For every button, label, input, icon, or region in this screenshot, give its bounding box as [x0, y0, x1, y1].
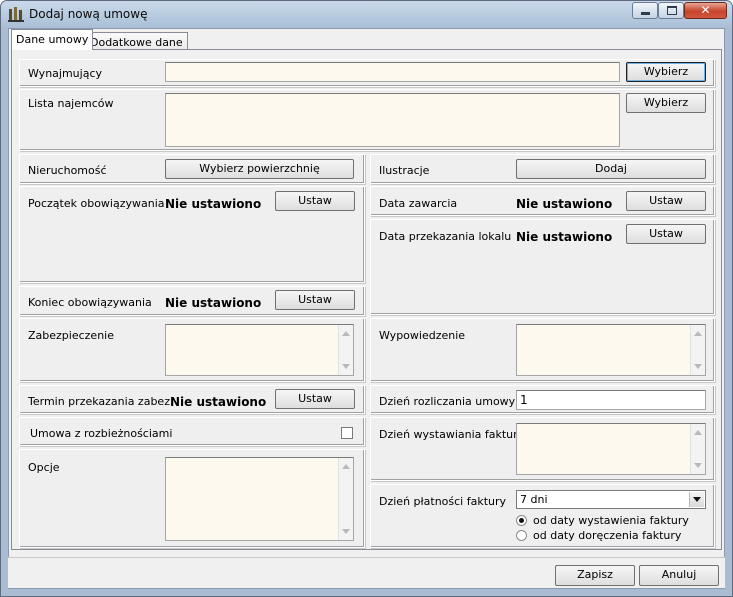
panel-zabezpieczenie: Zabezpieczenie	[19, 318, 365, 382]
panel-wypowiedzenie: Wypowiedzenie	[370, 318, 715, 382]
zabezpieczenie-scrollbar[interactable]	[338, 325, 353, 375]
window-title: Dodaj nową umowę	[29, 7, 148, 21]
wypowiedzenie-label: Wypowiedzenie	[379, 329, 466, 342]
dzien-platnosci-select[interactable]: 7 dni	[516, 490, 706, 509]
opcje-label: Opcje	[28, 461, 60, 474]
panel-dzien-wystawiania: Dzień wystawiania faktury	[370, 417, 715, 481]
data-zawarcia-value: Nie ustawiono	[516, 197, 613, 211]
scroll-down-icon[interactable]	[694, 364, 702, 369]
scroll-up-icon[interactable]	[342, 464, 350, 469]
save-button[interactable]: Zapisz	[555, 565, 635, 586]
poczatek-set-button[interactable]: Ustaw	[275, 191, 355, 211]
panel-dzien-rozliczania: Dzień rozliczania umowy 1	[370, 385, 715, 414]
panel-najemcy: Lista najemców Wybierz	[19, 89, 715, 151]
data-zawarcia-set-button[interactable]: Ustaw	[626, 191, 706, 211]
radio-od-daty-doreczenia-label: od daty doręczenia faktury	[533, 529, 682, 542]
ilustracje-label: Ilustracje	[379, 164, 430, 177]
koniec-label: Koniec obowiązywania	[28, 296, 152, 309]
panel-opcje: Opcje	[19, 449, 365, 548]
koniec-value: Nie ustawiono	[165, 296, 262, 310]
nieruchomosc-label: Nieruchomość	[28, 164, 107, 177]
rozbieznosci-label: Umowa z rozbieżnościami	[30, 427, 173, 440]
cancel-button[interactable]: Anuluj	[639, 565, 719, 586]
panel-data-zawarcia: Data zawarcia Nie ustawiono Ustaw	[370, 186, 715, 216]
scroll-down-icon[interactable]	[342, 529, 350, 534]
title-bar[interactable]: Dodaj nową umowę ✕	[1, 1, 732, 28]
dzien-rozliczania-input[interactable]: 1	[516, 390, 706, 410]
panel-wynajmujacy: Wynajmujący Wybierz	[19, 59, 715, 87]
termin-zabez-label: Termin przekazania zabez.	[28, 395, 174, 408]
client-area: Dane umowy Dodatkowe dane Wynajmujący Wy…	[8, 28, 725, 589]
dzien-platnosci-label: Dzień płatności faktury	[379, 495, 507, 508]
tab-page: Wynajmujący Wybierz Lista najemców Wybie…	[11, 49, 722, 550]
panel-termin-zabez: Termin przekazania zabez. Nie ustawiono …	[19, 385, 365, 414]
dialog-footer: Zapisz Anuluj	[8, 557, 725, 588]
scroll-up-icon[interactable]	[694, 430, 702, 435]
scroll-up-icon[interactable]	[342, 331, 350, 336]
panel-rozbieznosci: Umowa z rozbieżnościami	[19, 417, 365, 446]
scroll-up-icon[interactable]	[694, 331, 702, 336]
dzien-platnosci-selected: 7 dni	[520, 493, 548, 506]
najemcy-select-button[interactable]: Wybierz	[626, 93, 706, 113]
data-przekazania-label: Data przekazania lokalu	[379, 230, 512, 243]
wybierz-powierzchnie-button[interactable]: Wybierz powierzchnię	[165, 159, 354, 179]
zabezpieczenie-textarea[interactable]	[165, 324, 354, 376]
dzien-wystawiania-textarea[interactable]	[516, 423, 706, 475]
wynajmujacy-select-button[interactable]: Wybierz	[626, 62, 706, 82]
panel-dzien-platnosci: Dzień płatności faktury 7 dni od daty wy…	[370, 484, 715, 548]
data-zawarcia-label: Data zawarcia	[379, 197, 458, 210]
najemcy-list[interactable]	[165, 93, 620, 147]
minimize-button[interactable]	[632, 2, 658, 19]
dialog-window: Dodaj nową umowę ✕ Dane umowy Dodatkowe …	[0, 0, 733, 597]
zabezpieczenie-label: Zabezpieczenie	[28, 329, 114, 342]
scroll-down-icon[interactable]	[342, 364, 350, 369]
panel-koniec: Koniec obowiązywania Nie ustawiono Ustaw	[19, 286, 365, 316]
dzien-wystawiania-scrollbar[interactable]	[690, 424, 705, 474]
poczatek-label: Początek obowiązywania	[28, 197, 165, 210]
termin-zabez-value: Nie ustawiono	[170, 395, 267, 409]
panel-data-przekazania: Data przekazania lokalu Nie ustawiono Us…	[370, 219, 715, 315]
close-button[interactable]: ✕	[684, 2, 727, 19]
panel-ilustracje: Ilustracje Dodaj	[370, 154, 715, 184]
chevron-down-icon[interactable]	[689, 492, 704, 507]
radio-od-daty-doreczenia[interactable]	[516, 530, 527, 541]
termin-zabez-set-button[interactable]: Ustaw	[275, 389, 355, 409]
radio-od-daty-wystawienia[interactable]	[516, 515, 527, 526]
dzien-rozliczania-label: Dzień rozliczania umowy	[379, 395, 516, 408]
data-przekazania-set-button[interactable]: Ustaw	[626, 224, 706, 244]
najemcy-label: Lista najemców	[28, 97, 114, 110]
panel-nieruchomosc: Nieruchomość Wybierz powierzchnię	[19, 154, 365, 184]
maximize-button[interactable]	[658, 2, 684, 19]
app-icon	[8, 6, 24, 22]
koniec-set-button[interactable]: Ustaw	[275, 290, 355, 310]
data-przekazania-value: Nie ustawiono	[516, 230, 613, 244]
panel-poczatek: Początek obowiązywania Nie ustawiono Ust…	[19, 186, 365, 283]
close-icon: ✕	[700, 3, 711, 17]
dzien-wystawiania-label: Dzień wystawiania faktury	[379, 428, 525, 441]
wynajmujacy-label: Wynajmujący	[28, 67, 103, 80]
wypowiedzenie-textarea[interactable]	[516, 324, 706, 376]
poczatek-value: Nie ustawiono	[165, 197, 262, 211]
dodaj-ilustracje-button[interactable]: Dodaj	[516, 159, 706, 179]
maximize-icon	[667, 6, 677, 15]
wynajmujacy-input[interactable]	[165, 62, 620, 82]
scroll-down-icon[interactable]	[694, 463, 702, 468]
opcje-textarea[interactable]	[165, 457, 354, 541]
wypowiedzenie-scrollbar[interactable]	[690, 325, 705, 375]
minimize-icon	[641, 12, 650, 15]
radio-od-daty-wystawienia-label: od daty wystawienia faktury	[533, 514, 689, 527]
rozbieznosci-checkbox[interactable]	[341, 427, 353, 439]
opcje-scrollbar[interactable]	[338, 458, 353, 540]
tab-dane-umowy[interactable]: Dane umowy	[11, 29, 94, 50]
